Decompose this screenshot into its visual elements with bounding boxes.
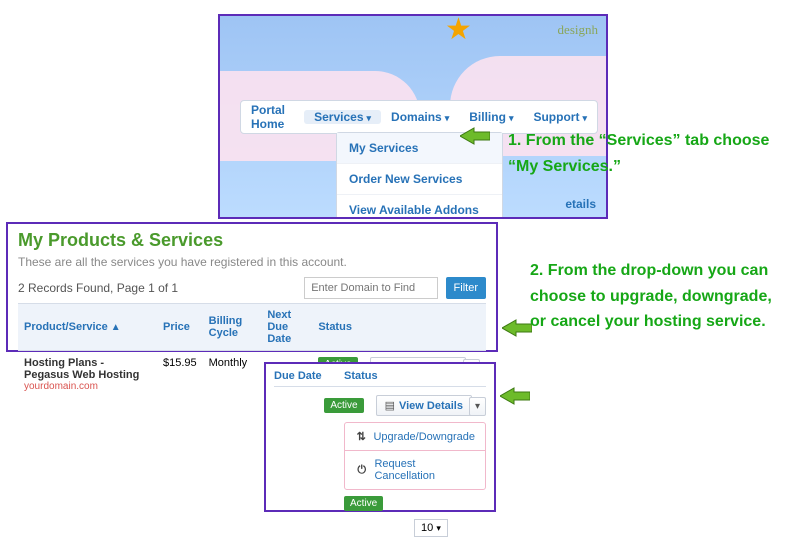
brand-logo: designh <box>558 22 598 38</box>
btn-label: View Details <box>399 400 463 412</box>
sort-icon: ▲ <box>111 322 121 333</box>
dropdown-detail-panel: Due Date Status Active ▤ View Details ▾ ⇅ U… <box>264 362 496 512</box>
th-billing-cycle[interactable]: Billing Cycle <box>203 304 262 351</box>
caret-down-icon: ▾ <box>582 113 587 123</box>
nav-label: Services <box>314 110 363 124</box>
details-link-fragment[interactable]: etails <box>565 197 596 211</box>
nav-billing[interactable]: Billing▾ <box>459 110 523 124</box>
cell-price: $15.95 <box>157 351 203 399</box>
th-price[interactable]: Price <box>157 304 203 351</box>
nav-label: Support <box>533 110 579 124</box>
table-header-row: Product/Service▲ Price Billing Cycle Nex… <box>18 304 486 351</box>
nav-label: Domains <box>391 110 442 124</box>
domain-search-input[interactable] <box>304 277 438 299</box>
action-request-cancellation[interactable]: ⏻ Request Cancellation <box>345 451 485 489</box>
view-details-caret[interactable]: ▾ <box>469 397 486 416</box>
status-badge: Active <box>344 496 383 511</box>
annotation-1: 1. From the “Services” tab choose “My Se… <box>508 128 788 179</box>
caret-down-icon: ▾ <box>509 113 514 123</box>
action-upgrade-downgrade[interactable]: ⇅ Upgrade/Downgrade <box>345 423 485 451</box>
detail-row: Active <box>274 496 486 511</box>
action-label: Request Cancellation <box>374 458 475 482</box>
nav-support[interactable]: Support▾ <box>523 110 597 124</box>
cancel-icon: ⏻ <box>355 464 368 477</box>
dd-order-new-services[interactable]: Order New Services <box>337 164 502 195</box>
record-count: 2 Records Found, Page 1 of 1 <box>18 281 178 295</box>
nav-portal-home[interactable]: Portal Home <box>241 103 304 131</box>
view-details-button[interactable]: ▤ View Details <box>376 395 472 416</box>
cell-cycle: Monthly <box>203 351 262 399</box>
product-name: Hosting Plans - Pegasus Web Hosting <box>24 357 151 381</box>
caret-down-icon: ▾ <box>436 523 441 534</box>
th-actions <box>364 304 486 351</box>
product-domain[interactable]: yourdomain.com <box>24 381 151 392</box>
nav-label: Portal Home <box>251 103 285 131</box>
nav-panel: ★ designh Portal Home Services▾ Domains▾… <box>218 14 608 219</box>
actions-dropdown: ⇅ Upgrade/Downgrade ⏻ Request Cancellation <box>344 422 486 490</box>
products-panel: My Products & Services These are all the… <box>6 222 498 352</box>
th-status[interactable]: Status <box>312 304 363 351</box>
detail-row: Active ▤ View Details ▾ <box>274 395 486 416</box>
arrow-icon <box>460 126 490 146</box>
action-label: Upgrade/Downgrade <box>373 431 475 443</box>
nav-domains[interactable]: Domains▾ <box>381 110 459 124</box>
detail-headers: Due Date Status <box>274 370 486 387</box>
hdr-status: Status <box>344 370 378 382</box>
page-size-select[interactable]: 10 ▾ <box>414 519 448 537</box>
page-title: My Products & Services <box>18 230 486 251</box>
arrow-icon <box>502 318 532 338</box>
list-icon: ▤ <box>385 400 395 412</box>
nav-label: Billing <box>469 110 506 124</box>
star-icon: ★ <box>445 14 472 47</box>
status-badge: Active <box>324 398 363 413</box>
dd-view-addons[interactable]: View Available Addons <box>337 195 502 219</box>
annotation-2: 2. From the drop-down you can choose to … <box>530 258 790 335</box>
th-next-due[interactable]: Next Due Date <box>261 304 312 351</box>
filter-button[interactable]: Filter <box>446 277 486 299</box>
caret-down-icon: ▾ <box>367 113 372 123</box>
arrow-icon <box>500 386 530 406</box>
nav-services[interactable]: Services ▾ <box>304 110 381 124</box>
th-label: Product/Service <box>24 321 108 333</box>
cell-product: Hosting Plans - Pegasus Web Hosting your… <box>18 351 157 399</box>
caret-down-icon: ▾ <box>445 113 450 123</box>
updown-icon: ⇅ <box>355 430 367 443</box>
hdr-due-date: Due Date <box>274 370 344 382</box>
page-subtitle: These are all the services you have regi… <box>18 255 486 269</box>
page-size-value: 10 <box>421 522 433 534</box>
th-product[interactable]: Product/Service▲ <box>18 304 157 351</box>
